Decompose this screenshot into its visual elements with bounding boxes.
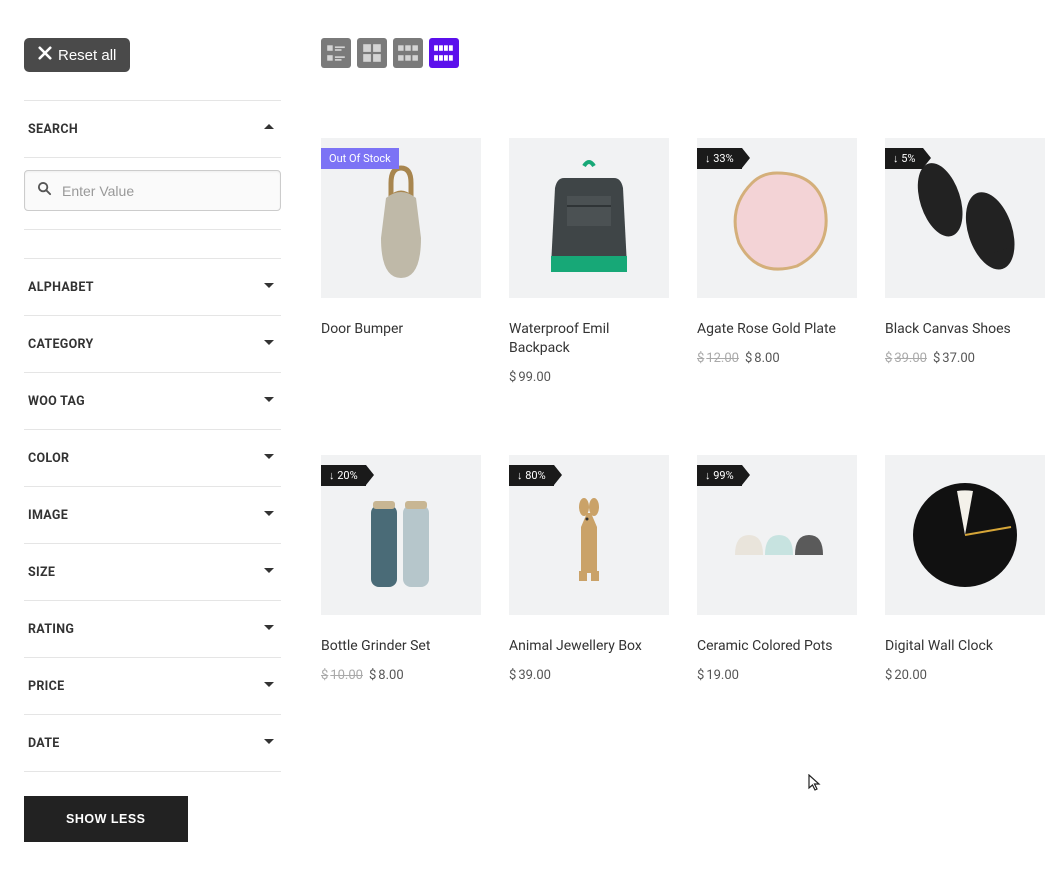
filter-label: WOO TAG <box>28 394 85 409</box>
product-main: Out Of Stock Door Bumper Waterproof Emil B… <box>281 38 1060 842</box>
product-title[interactable]: Black Canvas Shoes <box>885 320 1045 339</box>
discount-badge: ↓ 80% <box>509 465 554 486</box>
product-card: ↓ 33% Agate Rose Gold Plate $12.00 $8.00 <box>697 138 857 385</box>
product-image[interactable]: Out Of Stock <box>321 138 481 298</box>
show-less-button[interactable]: SHOW LESS <box>24 796 188 842</box>
product-grid: Out Of Stock Door Bumper Waterproof Emil B… <box>321 138 1060 683</box>
chevron-down-icon <box>261 733 277 753</box>
price-current: $20.00 <box>885 668 927 683</box>
product-title[interactable]: Digital Wall Clock <box>885 637 1045 656</box>
filter-label: PRICE <box>28 679 64 694</box>
search-input[interactable] <box>62 183 268 199</box>
product-price: $39.00 <box>509 668 669 683</box>
filter-sidebar: Reset all SEARCH ALPHABET CATEGORY WOO TAG… <box>24 38 281 842</box>
view-toggles <box>321 38 1060 68</box>
chevron-down-icon <box>261 277 277 297</box>
filter-section-size[interactable]: SIZE <box>24 544 281 601</box>
product-card: Digital Wall Clock $20.00 <box>885 455 1045 683</box>
view-grid3-button[interactable] <box>393 38 423 68</box>
product-card: Out Of Stock Door Bumper <box>321 138 481 385</box>
price-current: $39.00 <box>509 668 551 683</box>
filter-section-category[interactable]: CATEGORY <box>24 316 281 373</box>
cursor-icon <box>808 774 822 796</box>
product-image[interactable]: ↓ 99% <box>697 455 857 615</box>
chevron-down-icon <box>261 619 277 639</box>
view-grid4-button[interactable] <box>429 38 459 68</box>
price-old: $12.00 <box>697 351 739 366</box>
product-image[interactable]: ↓ 20% <box>321 455 481 615</box>
filter-section-price[interactable]: PRICE <box>24 658 281 715</box>
close-icon <box>38 46 52 64</box>
product-price: $10.00 $8.00 <box>321 668 481 683</box>
price-old: $39.00 <box>885 351 927 366</box>
discount-badge: ↓ 99% <box>697 465 742 486</box>
filter-section-search[interactable]: SEARCH <box>24 100 281 158</box>
chevron-down-icon <box>261 676 277 696</box>
product-price: $99.00 <box>509 370 669 385</box>
filter-section-woo-tag[interactable]: WOO TAG <box>24 373 281 430</box>
chevron-down-icon <box>261 505 277 525</box>
product-title[interactable]: Animal Jewellery Box <box>509 637 669 656</box>
product-image[interactable]: ↓ 33% <box>697 138 857 298</box>
product-title[interactable]: Ceramic Colored Pots <box>697 637 857 656</box>
filter-label: COLOR <box>28 451 69 466</box>
product-image[interactable]: ↓ 5% <box>885 138 1045 298</box>
filter-section-color[interactable]: COLOR <box>24 430 281 487</box>
discount-badge: ↓ 33% <box>697 148 742 169</box>
view-grid2-button[interactable] <box>357 38 387 68</box>
product-card: ↓ 20% Bottle Grinder Set $10.00 $8.00 <box>321 455 481 683</box>
product-card: ↓ 80% Animal Jewellery Box $39.00 <box>509 455 669 683</box>
product-price: $12.00 $8.00 <box>697 351 857 366</box>
chevron-down-icon <box>261 448 277 468</box>
product-price: $19.00 <box>697 668 857 683</box>
out-of-stock-badge: Out Of Stock <box>321 148 399 169</box>
chevron-down-icon <box>261 391 277 411</box>
product-card: ↓ 5% Black Canvas Shoes $39.00 $37.00 <box>885 138 1045 385</box>
filter-section-date[interactable]: DATE <box>24 715 281 772</box>
price-current: $99.00 <box>509 370 551 385</box>
filter-label: RATING <box>28 622 74 637</box>
filter-label: CATEGORY <box>28 337 94 352</box>
filter-section-alphabet[interactable]: ALPHABET <box>24 258 281 316</box>
chevron-down-icon <box>261 334 277 354</box>
search-input-wrapper <box>24 170 281 211</box>
chevron-up-icon <box>261 119 277 139</box>
price-old: $10.00 <box>321 668 363 683</box>
filter-section-image[interactable]: IMAGE <box>24 487 281 544</box>
filter-label: SEARCH <box>28 122 78 137</box>
discount-badge: ↓ 5% <box>885 148 923 169</box>
product-card: ↓ 99% Ceramic Colored Pots $19.00 <box>697 455 857 683</box>
filter-label: SIZE <box>28 565 55 580</box>
product-card: Waterproof Emil Backpack $99.00 <box>509 138 669 385</box>
chevron-down-icon <box>261 562 277 582</box>
view-list-button[interactable] <box>321 38 351 68</box>
product-title[interactable]: Agate Rose Gold Plate <box>697 320 857 339</box>
filter-section-rating[interactable]: RATING <box>24 601 281 658</box>
reset-all-button[interactable]: Reset all <box>24 38 130 72</box>
product-title[interactable]: Door Bumper <box>321 320 481 339</box>
search-icon <box>37 181 62 200</box>
reset-all-label: Reset all <box>58 47 116 64</box>
price-current: $8.00 <box>745 351 780 366</box>
product-title[interactable]: Waterproof Emil Backpack <box>509 320 669 358</box>
filter-label: IMAGE <box>28 508 68 523</box>
price-current: $37.00 <box>933 351 975 366</box>
product-price: $39.00 $37.00 <box>885 351 1045 366</box>
product-image[interactable] <box>885 455 1045 615</box>
product-title[interactable]: Bottle Grinder Set <box>321 637 481 656</box>
filter-label: ALPHABET <box>28 280 94 295</box>
product-price: $20.00 <box>885 668 1045 683</box>
filter-label: DATE <box>28 736 60 751</box>
product-image[interactable] <box>509 138 669 298</box>
price-current: $19.00 <box>697 668 739 683</box>
product-image[interactable]: ↓ 80% <box>509 455 669 615</box>
discount-badge: ↓ 20% <box>321 465 366 486</box>
price-current: $8.00 <box>369 668 404 683</box>
